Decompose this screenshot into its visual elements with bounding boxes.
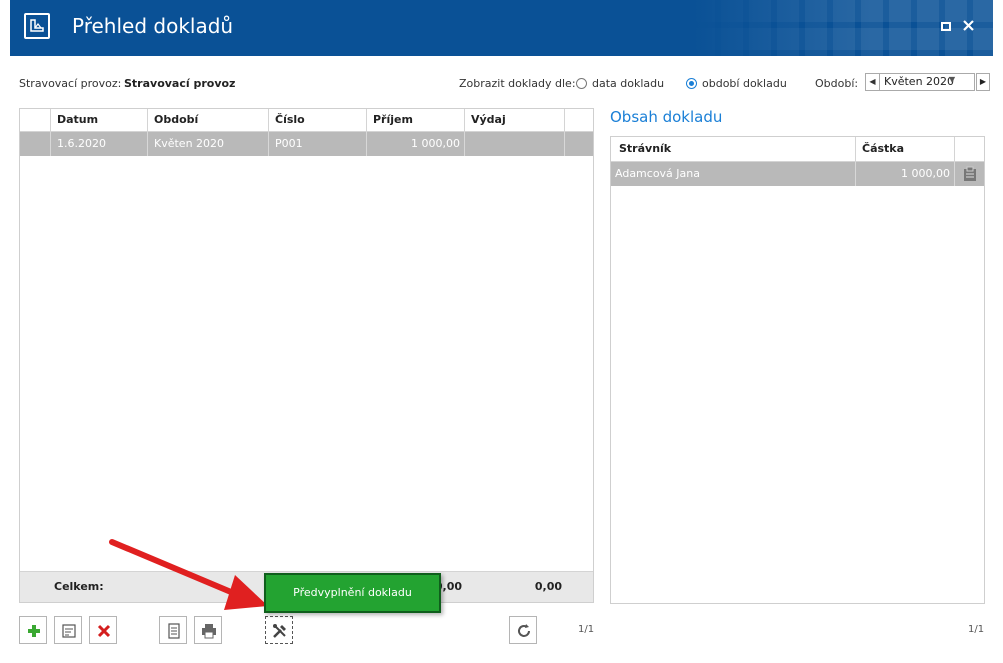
prefill-tooltip: Předvyplnění dokladu [264,573,441,613]
pager-right: 1/1 [968,624,985,635]
tools-icon [273,624,286,638]
documents-grid: Datum Období Číslo Příjem Výdaj 1.6.2020… [19,108,594,603]
obdobi-value: Květen 2020 [884,75,955,88]
row-stravnik: Adamcová Jana [615,167,700,180]
row-datum: 1.6.2020 [50,132,147,156]
refresh-icon [518,624,530,637]
provoz-label: Stravovací provoz: [19,77,122,90]
edit-button[interactable] [54,616,82,644]
prefill-tools-button[interactable] [265,616,293,644]
annotation-arrow-icon [109,539,268,610]
document-button[interactable] [159,616,187,644]
maximize-icon [941,22,951,31]
provoz-value[interactable]: Stravovací provoz [124,77,235,90]
plus-icon [28,625,40,637]
col-vydaj[interactable]: Výdaj [464,109,564,131]
obsah-dokladu-title: Obsah dokladu [610,108,723,126]
obdobi-selector[interactable]: ◀ Květen 2020 ▼ [865,73,975,91]
add-button[interactable] [19,616,47,644]
delete-button[interactable] [89,616,117,644]
window-title-bar: Přehled dokladů [10,0,993,56]
app-icon [24,13,50,39]
table-row[interactable]: 1.6.2020 Květen 2020 P001 1 000,00 [20,132,593,156]
radio-data-dokladu[interactable] [576,78,587,89]
col-cislo[interactable]: Číslo [268,109,366,131]
delete-icon [97,624,111,638]
col-stravnik[interactable]: Strávník [611,137,855,161]
row-cislo: P001 [268,132,366,156]
col-obdobi[interactable]: Období [147,109,268,131]
period-next-button[interactable]: ▶ [976,73,990,91]
close-icon [962,20,974,31]
radio-obdobi-dokladu[interactable] [686,78,697,89]
chevron-down-icon[interactable]: ▼ [949,75,955,84]
print-button[interactable] [194,616,222,644]
clipboard-icon [964,166,976,181]
radio-data-dokladu-label[interactable]: data dokladu [592,77,664,90]
zobrazit-label: Zobrazit doklady dle: [459,77,576,90]
period-prev-button[interactable]: ◀ [866,74,880,90]
row-prijem: 1 000,00 [366,132,464,156]
edit-icon [62,624,76,638]
close-button[interactable] [959,18,977,36]
window-title: Přehled dokladů [72,14,234,38]
maximize-button[interactable] [937,18,955,36]
content-grid: Strávník Částka Adamcová Jana 1 000,00 [610,136,985,604]
refresh-button[interactable] [509,616,537,644]
col-castka[interactable]: Částka [855,137,954,161]
obdobi-label: Období: [815,77,859,90]
footer-celkem-label: Celkem: [54,580,104,593]
radio-obdobi-dokladu-label[interactable]: období dokladu [702,77,787,90]
pager-left: 1/1 [578,624,595,635]
col-prijem[interactable]: Příjem [366,109,464,131]
clipboard-button[interactable] [954,162,984,186]
row-obdobi: Květen 2020 [147,132,268,156]
row-castka: 1 000,00 [855,162,954,186]
document-icon [168,623,180,639]
documents-grid-header: Datum Období Číslo Příjem Výdaj [20,109,593,132]
printer-icon [202,624,216,639]
col-datum[interactable]: Datum [50,109,147,131]
footer-vydaj-total: 0,00 [534,580,562,593]
list-item[interactable]: Adamcová Jana 1 000,00 [611,162,984,186]
row-vydaj [464,132,564,156]
content-grid-header: Strávník Částka [611,137,984,162]
